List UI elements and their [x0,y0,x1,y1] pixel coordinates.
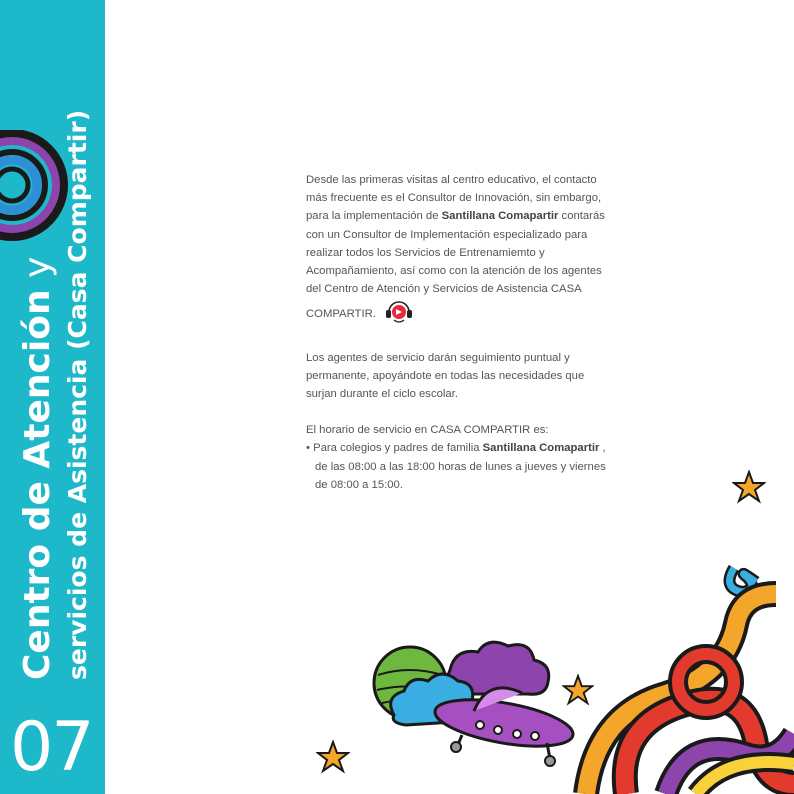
chapter-number: 07 [10,708,95,787]
paragraph-intro: Desde las primeras visitas al centro edu… [306,171,606,331]
side-title-main: Centro de Atención y [17,256,58,680]
side-title-sub: servicios de Asistencia (Casa Compartir) [63,109,92,680]
paragraph-schedule: El horario de servicio en CASA COMPARTIR… [306,424,549,437]
side-band: Centro de Atención y servicios de Asiste… [0,0,105,794]
star-icon [316,740,350,774]
ribbon-swirl-icon [573,564,794,794]
schedule-bullet: • Para colegios y padres de familia Sant… [306,442,606,491]
space-illustration-icon [372,640,575,767]
paragraph-agents: Los agentes de servicio darán seguimient… [306,351,585,401]
headset-icon [384,298,414,330]
star-icon [732,470,766,504]
body-text: Desde las primeras visitas al centro edu… [306,171,606,494]
